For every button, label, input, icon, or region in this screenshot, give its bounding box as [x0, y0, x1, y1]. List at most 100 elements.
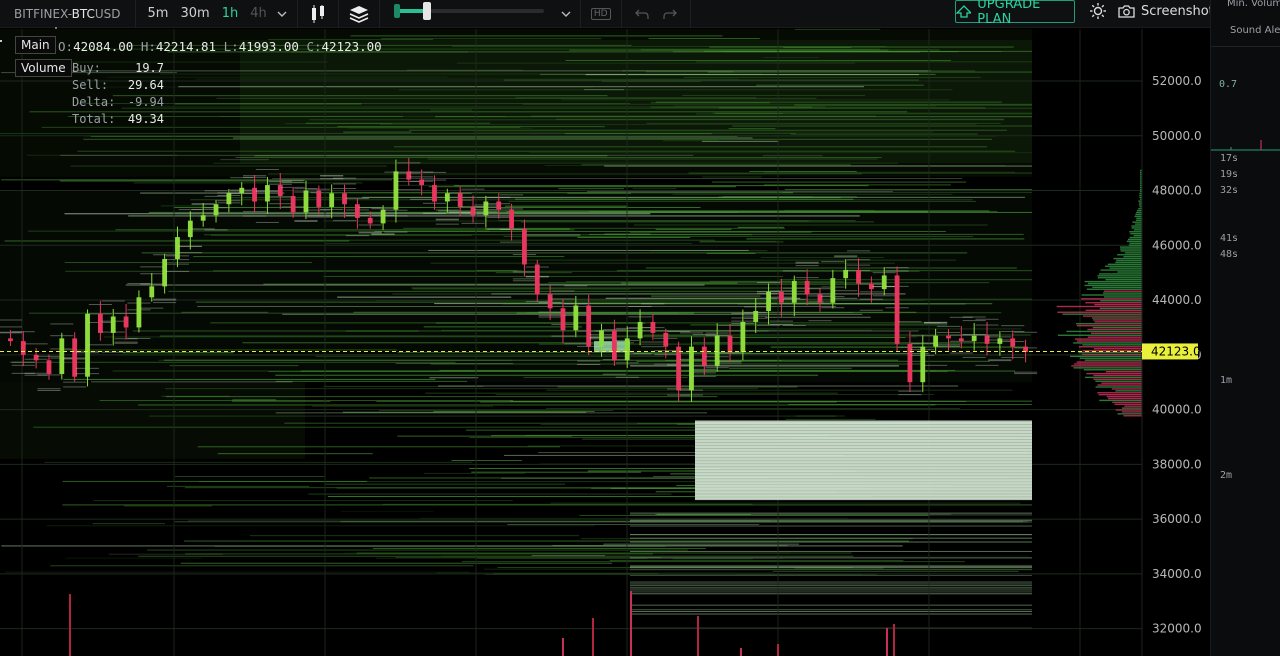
zoom-slider[interactable] [393, 0, 544, 28]
heat-level [630, 574, 1032, 576]
sound-alert-label[interactable]: Sound Alert [1230, 25, 1280, 36]
heat-level [709, 46, 1014, 48]
trade-tick [435, 223, 459, 225]
heat-level [242, 342, 635, 344]
heat-level [347, 127, 533, 129]
profile-level [1097, 277, 1142, 279]
theme-toggle[interactable] [1085, 0, 1111, 22]
profile-level [1138, 200, 1142, 202]
volume-bar [69, 594, 71, 656]
undo-icon[interactable] [628, 8, 656, 20]
candle-body [277, 185, 283, 197]
chevron-down-icon[interactable] [558, 11, 574, 17]
heat-level [397, 352, 752, 354]
hd-toggle[interactable]: HD [587, 7, 615, 20]
heat-level [28, 230, 490, 232]
heat-level [169, 365, 299, 367]
profile-level [1092, 326, 1142, 329]
heat-level [604, 165, 1032, 167]
upgrade-plan-button[interactable]: UPGRADE PLAN [955, 0, 1075, 27]
trade-tick [243, 215, 267, 217]
min-volume-value[interactable]: 0.7 [1219, 79, 1237, 90]
trade-tick [795, 265, 819, 267]
buy-row: Buy: 19.7 [72, 61, 164, 75]
candle-body [534, 264, 540, 295]
heat-band-top [240, 39, 1032, 164]
trade-tick [667, 331, 691, 333]
candle-body [290, 196, 296, 213]
redo-icon[interactable] [656, 8, 684, 20]
profile-level [1107, 263, 1142, 266]
heat-level [44, 461, 473, 463]
timeframe-4h[interactable]: 4h [244, 6, 273, 21]
heat-level [324, 243, 693, 245]
trade-tick [371, 233, 395, 235]
trade-tick [512, 280, 536, 282]
profile-level [1092, 286, 1142, 289]
heat-level [275, 380, 468, 382]
heat-level [630, 514, 1032, 516]
candle-body [881, 275, 887, 290]
heat-level [376, 400, 967, 402]
symbol-selector[interactable]: BITFINEX-BTCUSD [0, 7, 129, 29]
candle-body [804, 280, 810, 295]
heat-level [630, 604, 1032, 606]
heat-level [451, 460, 522, 462]
trade-tick [795, 261, 819, 263]
candle-body [367, 217, 373, 224]
trade-tick [795, 262, 819, 264]
mini-volume-chart [1211, 140, 1280, 151]
heat-level [700, 240, 777, 242]
candles-icon[interactable] [304, 4, 332, 23]
timeframe-1h[interactable]: 1h [216, 6, 245, 21]
profile-level [1082, 349, 1142, 352]
zoom-slider-knob[interactable] [422, 1, 431, 20]
trade-tick [512, 278, 536, 280]
trade-tick [602, 373, 626, 375]
trade-tick [975, 364, 999, 366]
profile-level [1093, 319, 1142, 321]
heat-level [605, 297, 801, 299]
trade-tick [345, 235, 369, 237]
profile-level [1129, 231, 1142, 233]
candle-body [560, 308, 566, 331]
profile-level [1103, 292, 1142, 294]
candle-body [611, 330, 617, 361]
zoom-slider-left-handle[interactable] [393, 3, 400, 18]
profile-level [1117, 413, 1142, 415]
heat-level [62, 504, 1032, 506]
timeframe-30m[interactable]: 30m [174, 6, 215, 21]
profile-level [1081, 353, 1142, 356]
profile-level [1133, 229, 1142, 231]
screenshot-button[interactable]: Screenshot [1118, 0, 1214, 22]
trade-tick [332, 183, 357, 185]
main-pane-pill[interactable]: Main [15, 36, 56, 54]
screenshot-label: Screenshot [1141, 3, 1214, 19]
candle-body [226, 193, 232, 205]
trade-tick [63, 381, 87, 383]
heat-level [529, 152, 1032, 154]
trade-tick [204, 195, 228, 197]
trade-tick [410, 198, 434, 200]
chevron-down-icon[interactable] [273, 11, 291, 17]
trade-tick [679, 332, 704, 334]
profile-level [1093, 347, 1142, 350]
heat-level [178, 86, 864, 88]
high-value: 42214.81 [155, 39, 217, 54]
heat-level [4, 571, 470, 573]
heat-level [379, 123, 977, 125]
profile-level [1098, 393, 1142, 396]
trade-tick [898, 321, 922, 323]
timeframe-5m[interactable]: 5m [142, 6, 175, 21]
orderbook-heatmap-chart[interactable]: 52000.050000.048000.046000.044000.042000… [0, 29, 1210, 656]
trade-tick [769, 320, 793, 322]
heat-level [630, 564, 1032, 566]
profile-level [1134, 215, 1142, 218]
volume-pill[interactable]: Volume [15, 59, 72, 77]
volume-bar [697, 616, 699, 656]
layers-icon[interactable] [345, 5, 373, 23]
heat-level [174, 103, 362, 105]
heat-level [706, 252, 756, 254]
trade-tick [975, 318, 999, 320]
profile-level [1073, 342, 1142, 344]
